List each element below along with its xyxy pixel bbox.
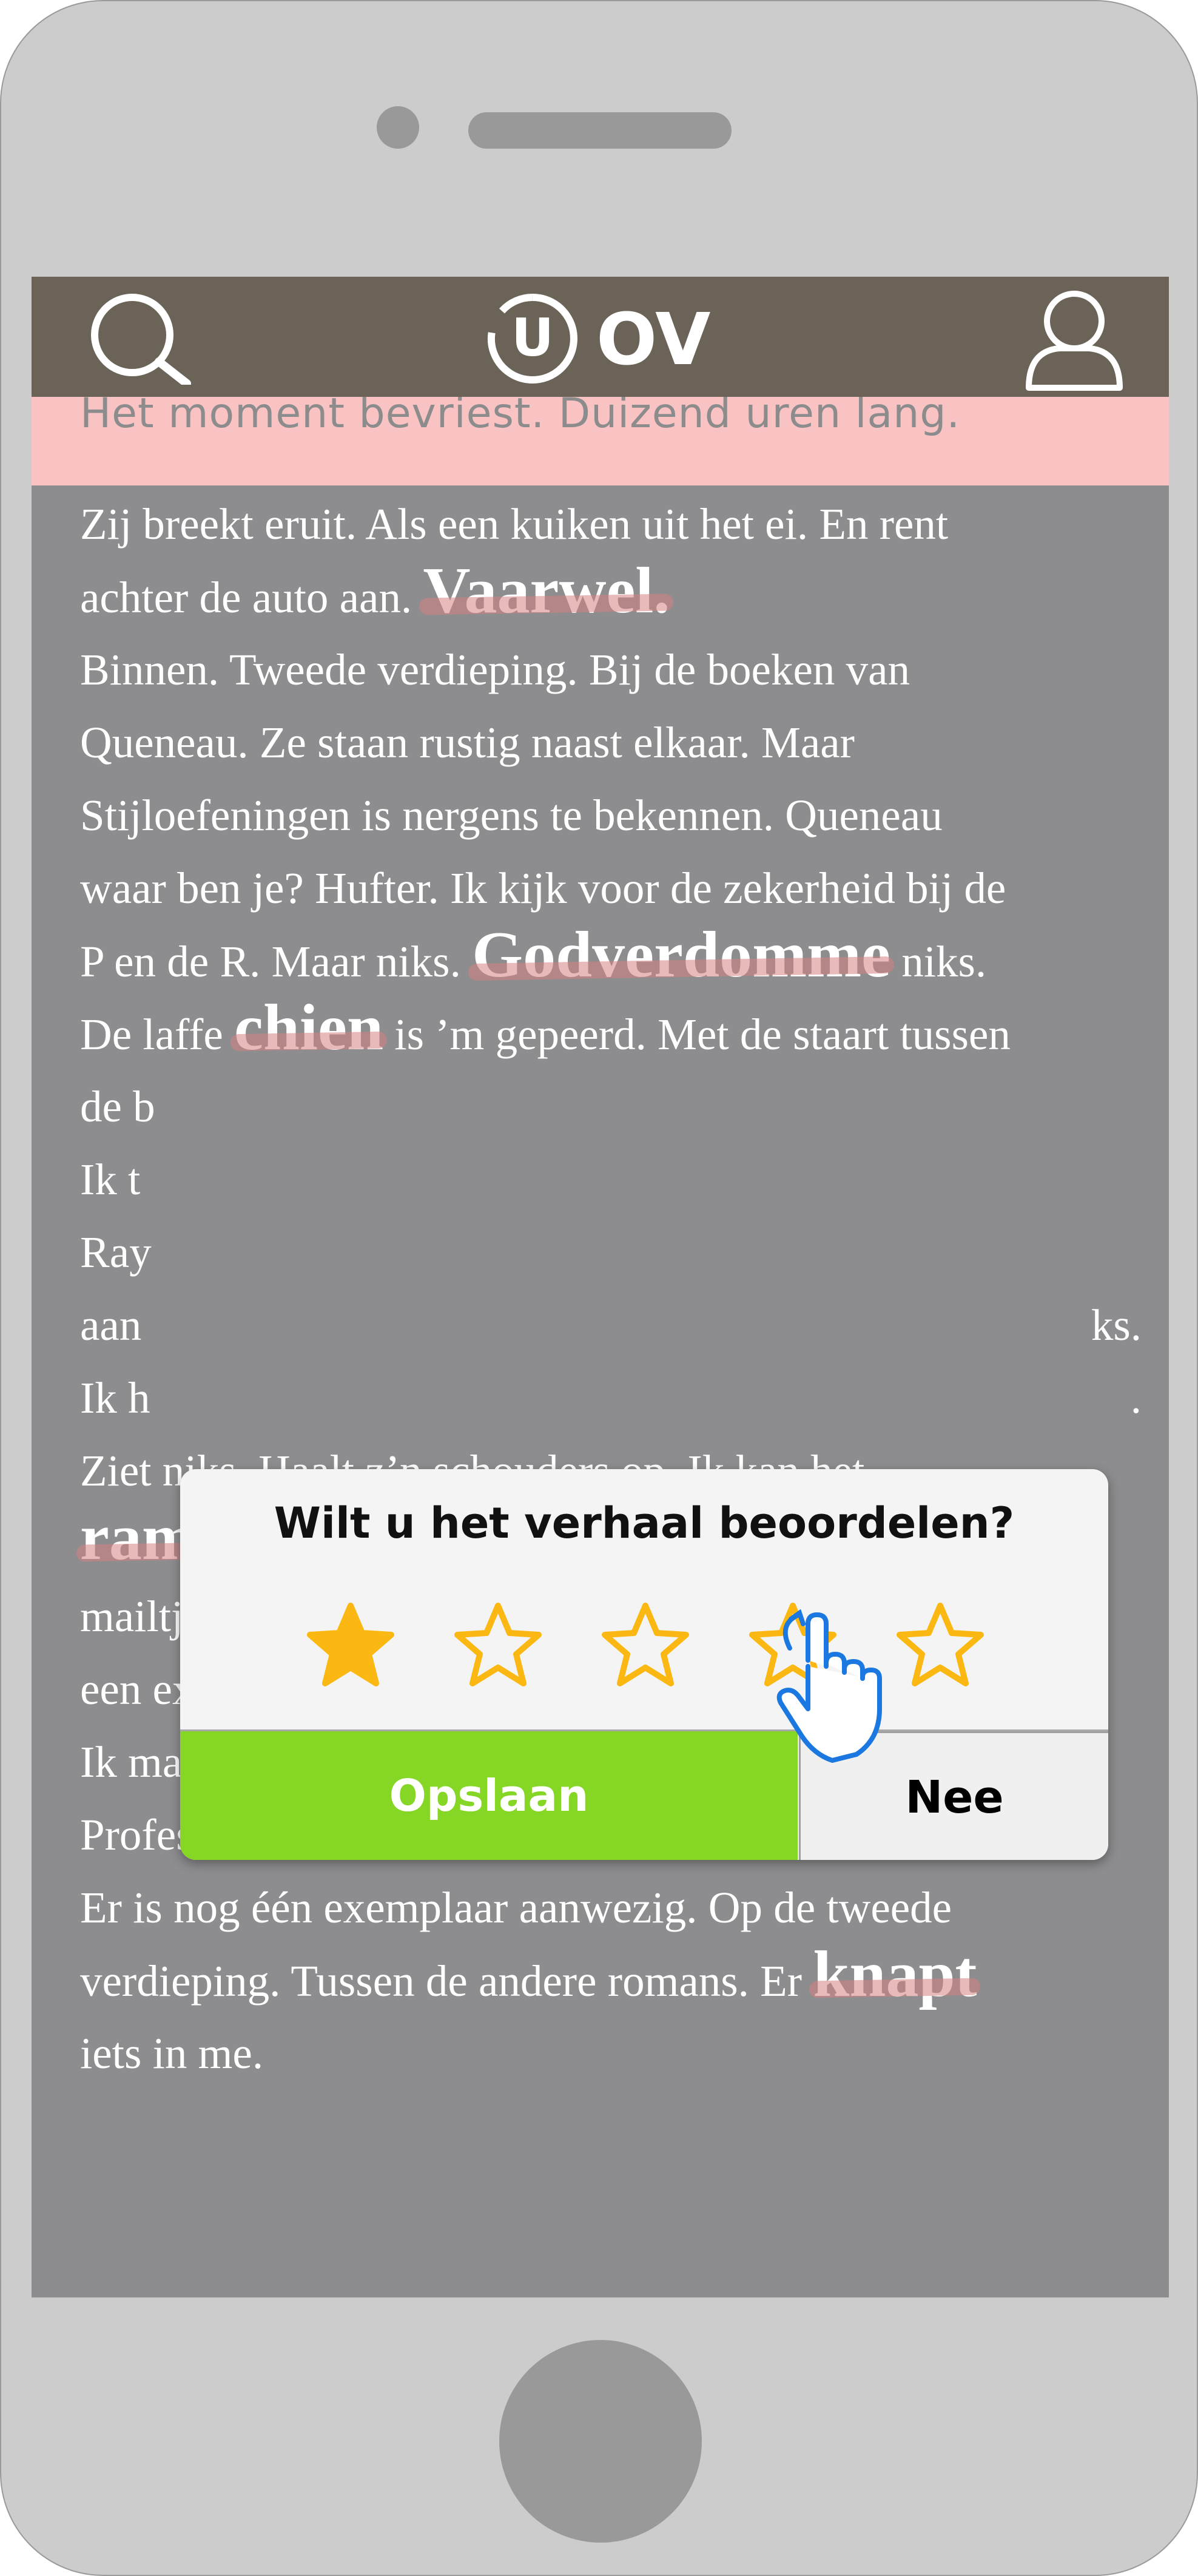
highlighted-keyword: chien: [234, 992, 384, 1064]
star-5-icon[interactable]: [894, 1600, 986, 1692]
logo-mark-icon: U OV: [487, 294, 710, 384]
story-text-segment: niks.: [890, 937, 987, 986]
story-text-segment: waar ben je? Hufter. Ik kijk voor de zek…: [80, 864, 1006, 913]
story-text-segment: achter de auto aan.: [80, 573, 423, 622]
top-bar: U OV: [32, 277, 1169, 397]
story-text-segment: Zij breekt eruit. Als een kuiken uit het…: [80, 499, 949, 549]
story-text-segment: is ’m gepeerd. Met de staart tussen: [383, 1010, 1011, 1059]
dialog-title: Wilt u het verhaal beoordelen?: [274, 1498, 1015, 1548]
logo[interactable]: U OV: [484, 290, 745, 387]
story-line: Stijloefeningen is nergens te bekennen. …: [80, 779, 1136, 852]
story-line: verdieping. Tussen de andere romans. Er …: [80, 1938, 1136, 2017]
story-line: Ik h: [80, 1362, 1136, 1435]
rating-dialog: Wilt u het verhaal beoordelen? Opslaan N…: [180, 1469, 1108, 1860]
screen: U OV Het moment bevriest. Duizend uren l…: [32, 277, 1169, 2297]
earpiece-speaker: [468, 112, 732, 149]
logo-letter: U: [511, 308, 554, 368]
story-line: De laffe chien is ’m gepeerd. Met de sta…: [80, 992, 1136, 1070]
save-button[interactable]: Opslaan: [180, 1731, 798, 1860]
story-line: Er is nog één exemplaar aanwezig. Op de …: [80, 1871, 1136, 1944]
search-icon[interactable]: [79, 288, 200, 385]
highlighted-keyword: Vaarwel.: [423, 555, 670, 627]
story-line: Ik t: [80, 1143, 1136, 1216]
story-line: P en de R. Maar niks. Godverdomme niks.: [80, 919, 1136, 998]
home-button[interactable]: [499, 2340, 702, 2543]
story-text-segment: de b: [80, 1082, 155, 1131]
story-line: iets in me.: [80, 2017, 1136, 2090]
tap-hand-icon: [776, 1609, 882, 1763]
story-line: Ray: [80, 1216, 1136, 1289]
highlighted-keyword: Godverdomme: [472, 919, 890, 991]
star-2-icon[interactable]: [452, 1600, 544, 1692]
story-text-segment: Ray: [80, 1228, 152, 1277]
story-line: Zij breekt eruit. Als een kuiken uit het…: [80, 488, 1136, 561]
story-text-segment: Er is nog één exemplaar aanwezig. Op de …: [80, 1883, 952, 1932]
story-text-segment: Binnen. Tweede verdieping. Bij de boeken…: [80, 645, 910, 694]
banner-text: Het moment bevriest. Duizend uren lang.: [80, 397, 961, 438]
story-text-segment: aan: [80, 1300, 142, 1350]
story-text-segment: De laffe: [80, 1010, 235, 1059]
story-line: de b: [80, 1070, 1136, 1143]
story-text-segment: verdieping. Tussen de andere romans. Er: [80, 1956, 813, 2006]
story-line: Queneau. Ze staan rustig naast elkaar. M…: [80, 706, 1136, 779]
story-text-segment: Stijloefeningen is nergens te bekennen. …: [80, 791, 943, 840]
story-line: aan: [80, 1289, 1136, 1362]
story-line: waar ben je? Hufter. Ik kijk voor de zek…: [80, 852, 1136, 925]
story-text-segment: Ik h: [80, 1373, 150, 1422]
story-text-fragment: .: [1130, 1373, 1142, 1422]
story-line: Binnen. Tweede verdieping. Bij de boeken…: [80, 634, 1136, 706]
front-camera: [377, 106, 419, 149]
story-text-segment: P en de R. Maar niks.: [80, 937, 473, 986]
story-text-segment: iets in me.: [80, 2029, 264, 2078]
phone-frame: U OV Het moment bevriest. Duizend uren l…: [0, 0, 1198, 2576]
user-icon[interactable]: [1023, 288, 1126, 391]
star-1-icon[interactable]: [305, 1600, 397, 1692]
story-text-fragment: ks.: [1091, 1300, 1142, 1350]
previous-text-banner: Het moment bevriest. Duizend uren lang.: [32, 397, 1169, 485]
story-text-segment: Ik t: [80, 1155, 141, 1204]
star-3-icon[interactable]: [599, 1600, 692, 1692]
highlighted-keyword: knapt: [813, 1938, 977, 2010]
story-line: achter de auto aan. Vaarwel.: [80, 555, 1136, 634]
logo-text: OV: [596, 297, 710, 381]
story-text-segment: Queneau. Ze staan rustig naast elkaar. M…: [80, 718, 855, 767]
